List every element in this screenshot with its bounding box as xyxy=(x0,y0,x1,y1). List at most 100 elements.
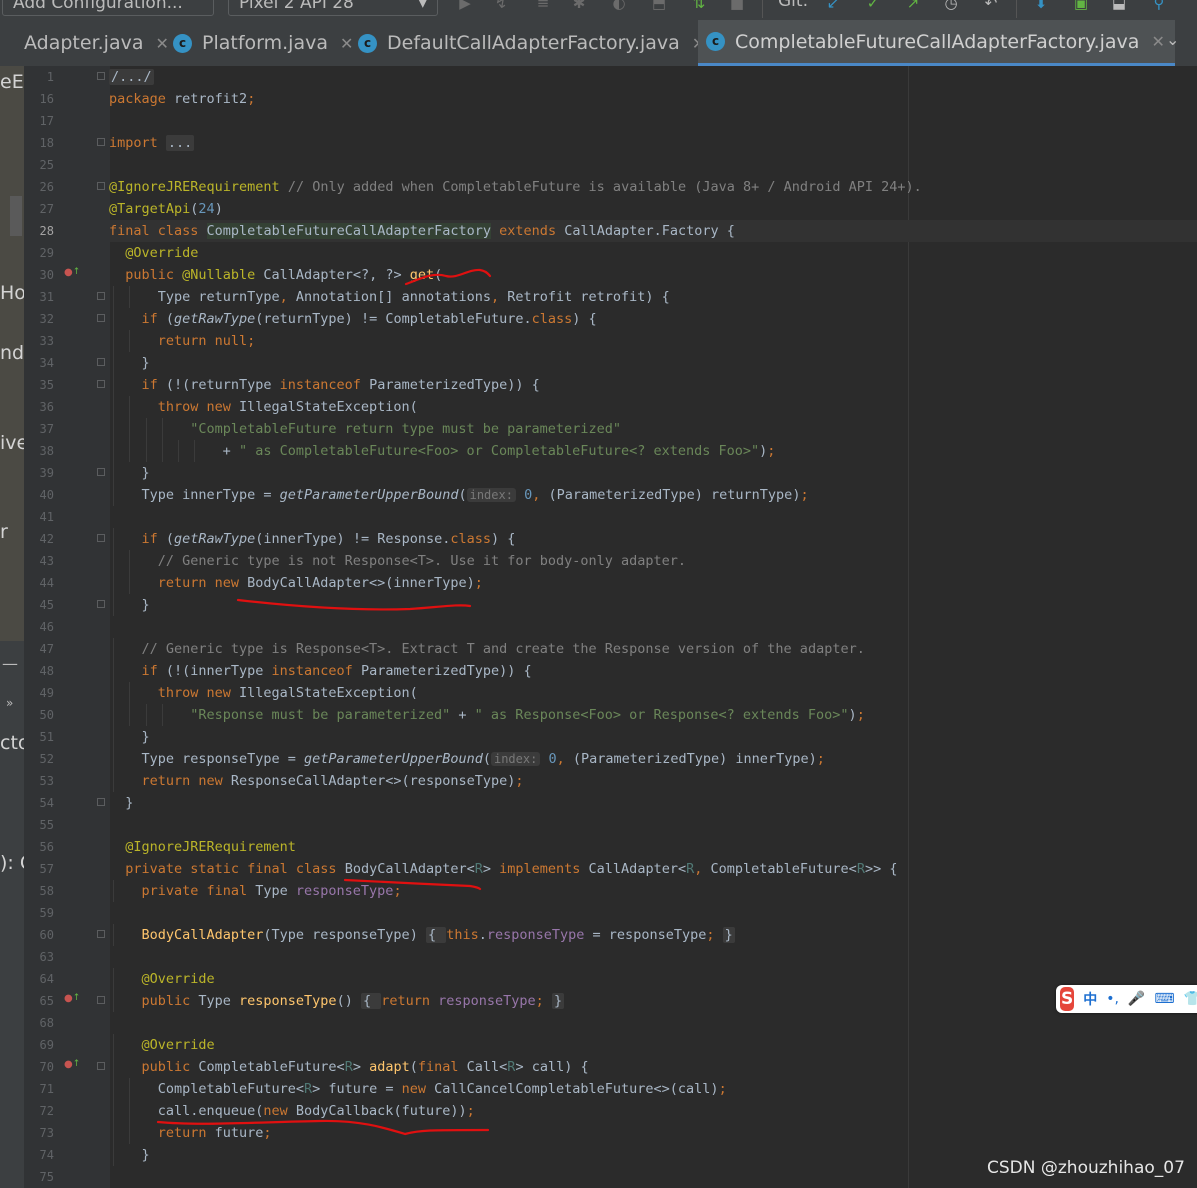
code-line[interactable]: 59 xyxy=(0,902,1197,924)
line-number[interactable]: 41 xyxy=(24,506,54,528)
code-text[interactable]: @Override xyxy=(125,242,198,264)
line-number[interactable]: 40 xyxy=(24,484,54,506)
line-number[interactable]: 70 xyxy=(24,1056,54,1078)
keyboard-icon[interactable]: ⌨ xyxy=(1154,991,1174,1007)
line-number[interactable]: 54 xyxy=(24,792,54,814)
code-text[interactable]: @IgnoreJRERequirement // Only added when… xyxy=(109,176,922,198)
line-number[interactable]: 42 xyxy=(24,528,54,550)
folded-region[interactable]: /.../ xyxy=(109,69,154,85)
code-text[interactable]: final class CompletableFutureCallAdapter… xyxy=(109,220,735,242)
line-number[interactable]: 59 xyxy=(24,902,54,924)
fold-toggle-icon[interactable] xyxy=(97,380,105,388)
code-line[interactable]: 28 final class CompletableFutureCallAdapt… xyxy=(0,220,1197,242)
debug-icon[interactable]: ✱ xyxy=(570,0,588,12)
run-configuration-dropdown[interactable]: Add Configuration... xyxy=(2,0,214,16)
code-line[interactable]: 17 xyxy=(0,110,1197,132)
code-text[interactable]: @TargetApi(24) xyxy=(109,198,223,220)
fold-toggle-icon[interactable] xyxy=(97,534,105,542)
fold-toggle-icon[interactable] xyxy=(97,468,105,476)
code-line[interactable]: 51} xyxy=(0,726,1197,748)
ime-toolbar[interactable]: S 中 •, 🎤 ⌨ 👕 xyxy=(1056,985,1197,1013)
code-text[interactable]: } xyxy=(141,726,149,748)
code-line[interactable]: 42 if (getRawType(innerType) != Response.… xyxy=(0,528,1197,550)
code-line[interactable]: 27 @TargetApi(24) xyxy=(0,198,1197,220)
apply-code-changes-icon[interactable]: ≡ xyxy=(534,0,552,12)
code-line[interactable]: 25 xyxy=(0,154,1197,176)
code-text[interactable]: if (!(innerType instanceof Parameterized… xyxy=(141,660,531,682)
search-everywhere-icon[interactable]: ⚲ xyxy=(1150,0,1168,12)
line-number[interactable]: 73 xyxy=(24,1122,54,1144)
code-line[interactable]: 26 @IgnoreJRERequirement // Only added wh… xyxy=(0,176,1197,198)
line-number[interactable]: 55 xyxy=(24,814,54,836)
code-line[interactable]: 73 return future; xyxy=(0,1122,1197,1144)
line-number[interactable]: 75 xyxy=(24,1166,54,1188)
line-number[interactable]: 35 xyxy=(24,374,54,396)
folded-region[interactable]: ... xyxy=(165,135,195,151)
code-line[interactable]: 63 xyxy=(0,946,1197,968)
code-text[interactable]: } xyxy=(141,352,149,374)
close-icon[interactable]: ✕ xyxy=(1151,32,1164,51)
line-number[interactable]: 51 xyxy=(24,726,54,748)
line-number[interactable]: 1 xyxy=(24,66,54,88)
line-number[interactable]: 69 xyxy=(24,1034,54,1056)
code-text[interactable]: BodyCallAdapter(Type responseType) { thi… xyxy=(141,924,735,946)
code-line[interactable]: 54} xyxy=(0,792,1197,814)
line-number[interactable]: 68 xyxy=(24,1012,54,1034)
line-number[interactable]: 46 xyxy=(24,616,54,638)
line-number[interactable]: 18 xyxy=(24,132,54,154)
code-text[interactable]: CompletableFuture<R> future = new CallCa… xyxy=(158,1078,727,1100)
code-text[interactable]: return null; xyxy=(158,330,256,352)
code-line[interactable]: 55 xyxy=(0,814,1197,836)
line-number[interactable]: 71 xyxy=(24,1078,54,1100)
ime-punctuation-toggle[interactable]: •, xyxy=(1106,991,1119,1007)
line-number[interactable]: 56 xyxy=(24,836,54,858)
line-number[interactable]: 37 xyxy=(24,418,54,440)
code-line[interactable]: 56 @IgnoreJRERequirement xyxy=(0,836,1197,858)
code-text[interactable]: + " as CompletableFuture<Foo> or Complet… xyxy=(223,440,776,462)
close-icon[interactable]: ✕ xyxy=(155,34,168,53)
code-line[interactable]: 16 package retrofit2; xyxy=(0,88,1197,110)
code-line[interactable]: 69 @Override xyxy=(0,1034,1197,1056)
line-number[interactable]: 34 xyxy=(24,352,54,374)
tab-adapter-java[interactable]: Adapter.java ✕ xyxy=(24,20,169,66)
code-line[interactable]: 41 xyxy=(0,506,1197,528)
fold-toggle-icon[interactable] xyxy=(97,314,105,322)
ime-language-toggle[interactable]: 中 xyxy=(1083,989,1097,1009)
code-text[interactable]: } xyxy=(141,1144,149,1166)
line-number[interactable]: 60 xyxy=(24,924,54,946)
line-number[interactable]: 48 xyxy=(24,660,54,682)
line-number[interactable]: 44 xyxy=(24,572,54,594)
code-line[interactable]: 46 xyxy=(0,616,1197,638)
code-line[interactable]: 33 return null; xyxy=(0,330,1197,352)
code-line[interactable]: 1 /.../ xyxy=(0,66,1197,88)
line-number[interactable]: 29 xyxy=(24,242,54,264)
git-history-icon[interactable]: ◷ xyxy=(942,0,960,12)
code-text[interactable]: "CompletableFuture return type must be p… xyxy=(190,418,621,440)
line-number[interactable]: 25 xyxy=(24,154,54,176)
code-line[interactable]: 60 BodyCallAdapter(Type responseType) { t… xyxy=(0,924,1197,946)
code-text[interactable]: } xyxy=(141,462,149,484)
code-line[interactable]: 38 + " as CompletableFuture<Foo> or Compl… xyxy=(0,440,1197,462)
code-text[interactable]: public CompletableFuture<R> adapt(final … xyxy=(141,1056,588,1078)
microphone-icon[interactable]: 🎤 xyxy=(1128,991,1145,1007)
line-number[interactable]: 38 xyxy=(24,440,54,462)
folded-region[interactable]: } xyxy=(722,927,735,943)
override-gutter-icon[interactable]: ●↑ xyxy=(64,267,80,278)
sync-icon[interactable]: ⇅ xyxy=(690,0,708,12)
code-text[interactable]: if (getRawType(returnType) != Completabl… xyxy=(141,308,596,330)
code-line[interactable]: 64 @Override xyxy=(0,968,1197,990)
code-line[interactable]: 30 ●↑ public @Nullable CallAdapter<?, ?> g… xyxy=(0,264,1197,286)
code-text[interactable]: public Type responseType() { return resp… xyxy=(141,990,565,1012)
git-commit-icon[interactable]: ✓ xyxy=(864,0,882,12)
code-text[interactable]: private final Type responseType; xyxy=(141,880,401,902)
code-text[interactable]: public @Nullable CallAdapter<?, ?> get( xyxy=(125,264,442,286)
line-number[interactable]: 50 xyxy=(24,704,54,726)
code-line[interactable]: 44 return new BodyCallAdapter<>(innerType… xyxy=(0,572,1197,594)
code-line[interactable]: 68 xyxy=(0,1012,1197,1034)
line-number[interactable]: 72 xyxy=(24,1100,54,1122)
code-line[interactable]: 71 CompletableFuture<R> future = new Call… xyxy=(0,1078,1197,1100)
fold-toggle-icon[interactable] xyxy=(97,1062,105,1070)
folded-region[interactable]: { xyxy=(425,927,447,943)
line-number[interactable]: 58 xyxy=(24,880,54,902)
line-number[interactable]: 30 xyxy=(24,264,54,286)
